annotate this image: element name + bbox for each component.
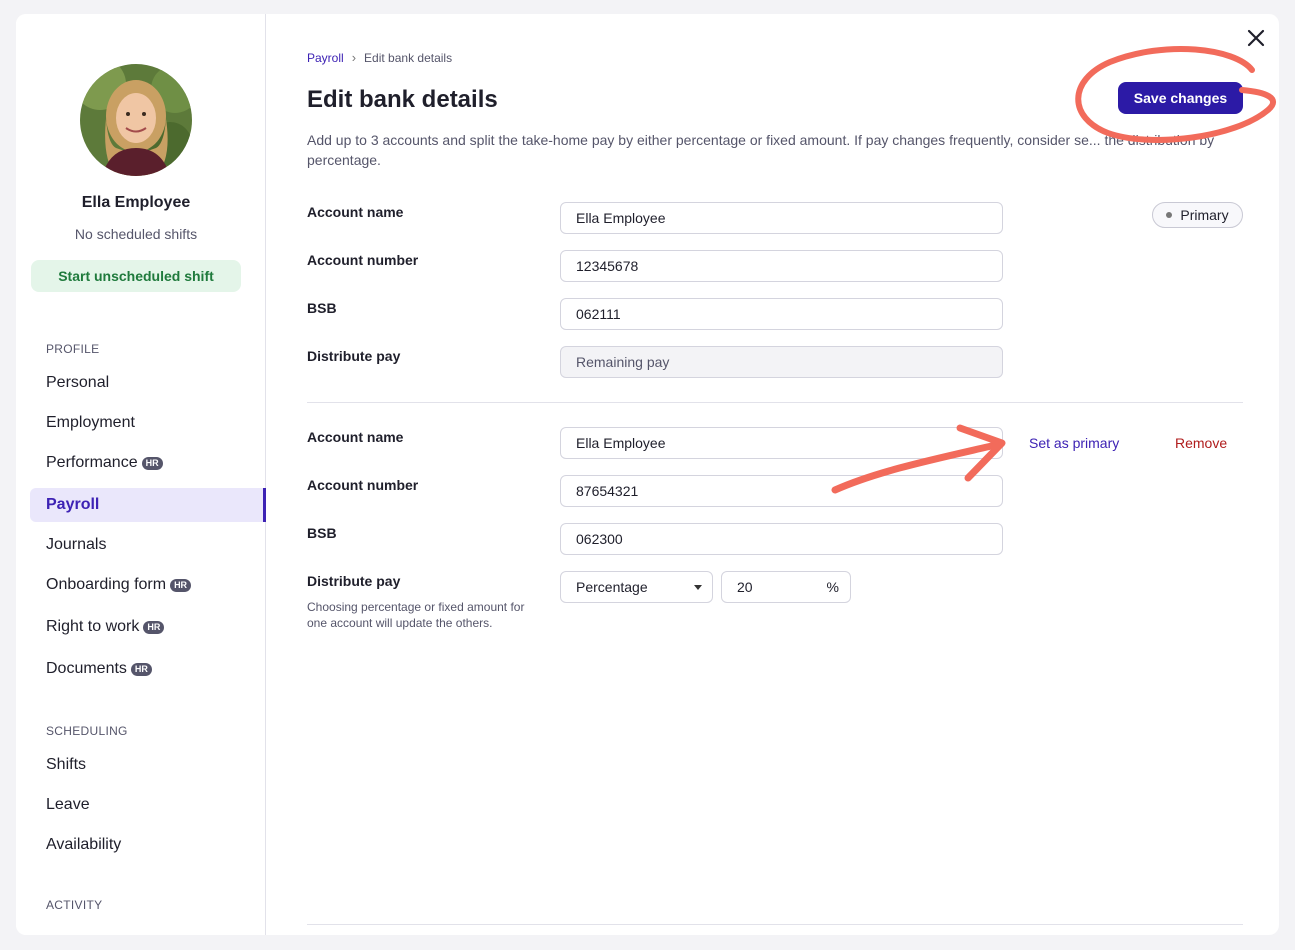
hr-badge: HR — [141, 456, 163, 470]
sidebar-item-leave[interactable]: Leave — [30, 788, 266, 822]
account-2-name-label: Account name — [307, 429, 404, 445]
set-as-primary-link[interactable]: Set as primary — [1029, 435, 1119, 451]
account-2-bsb-input[interactable] — [560, 523, 1003, 555]
distribute-type-select[interactable]: Percentage — [560, 571, 713, 603]
account-1-name-input[interactable] — [560, 202, 1003, 234]
sidebar-item-label: Right to work — [46, 618, 140, 635]
breadcrumb-payroll-link[interactable]: Payroll — [307, 51, 344, 65]
section-label-profile: PROFILE — [46, 342, 100, 356]
sidebar-item-payroll[interactable]: Payroll — [30, 488, 266, 522]
profile-shift-status: No scheduled shifts — [74, 226, 198, 242]
account-1-number-label: Account number — [307, 252, 419, 268]
avatar — [80, 64, 192, 176]
sidebar-item-label: Leave — [46, 796, 90, 813]
page-title: Edit bank details — [307, 86, 498, 113]
close-icon — [1247, 29, 1265, 47]
distribute-type-value: Percentage — [576, 579, 648, 595]
sidebar-item-availability[interactable]: Availability — [30, 828, 266, 862]
hr-badge: HR — [130, 662, 152, 676]
sidebar-item-shifts[interactable]: Shifts — [30, 748, 266, 782]
save-changes-button[interactable]: Save changes — [1118, 82, 1243, 114]
sidebar-item-performance[interactable]: Performance HR — [30, 446, 266, 480]
account-2-name-input[interactable] — [560, 427, 1003, 459]
account-2-number-label: Account number — [307, 477, 419, 493]
modal-window: Ella Employee No scheduled shifts Start … — [16, 14, 1279, 935]
sidebar-item-label: Availability — [46, 836, 122, 853]
sidebar-item-label: Performance — [46, 454, 138, 471]
section-label-scheduling: SCHEDULING — [46, 724, 128, 738]
breadcrumb-current: Edit bank details — [364, 50, 453, 65]
account-1-bsb-input[interactable] — [560, 298, 1003, 330]
sidebar-item-label: Personal — [46, 374, 110, 391]
sidebar: Ella Employee No scheduled shifts Start … — [16, 14, 266, 935]
sidebar-item-label: Payroll — [46, 496, 100, 513]
chevron-right-icon: › — [351, 50, 357, 65]
breadcrumb: Payroll › Edit bank details — [307, 50, 452, 65]
account-1-number-input[interactable] — [560, 250, 1003, 282]
sidebar-item-personal[interactable]: Personal — [30, 366, 266, 400]
status-dot-icon — [1166, 212, 1173, 218]
percent-unit: % — [826, 579, 839, 595]
section-label-activity: ACTIVITY — [46, 898, 103, 912]
account-2-number-input[interactable] — [560, 475, 1003, 507]
primary-badge-label: Primary — [1180, 207, 1229, 223]
account-1-bsb-label: BSB — [307, 300, 337, 316]
bottom-divider — [307, 924, 1243, 925]
sidebar-item-label: Documents — [46, 660, 127, 677]
hr-badge: HR — [143, 620, 165, 634]
distribute-percentage-value: 20 — [737, 579, 753, 595]
account-1-distribute-label: Distribute pay — [307, 348, 401, 364]
account-1-name-label: Account name — [307, 204, 404, 220]
sidebar-item-label: Onboarding form — [46, 576, 167, 593]
sidebar-item-right-to-work[interactable]: Right to work HR — [30, 610, 266, 644]
sidebar-item-label: Employment — [46, 414, 135, 431]
profile-name: Ella Employee — [81, 194, 191, 211]
distribute-percentage-input[interactable]: 20 % — [721, 571, 851, 603]
account-2-bsb-label: BSB — [307, 525, 337, 541]
section-divider — [307, 402, 1243, 403]
sidebar-item-documents[interactable]: Documents HR — [30, 652, 266, 686]
sidebar-item-label: Shifts — [46, 756, 87, 773]
remove-account-link[interactable]: Remove — [1175, 435, 1227, 451]
main-content: Payroll › Edit bank details Edit bank de… — [266, 14, 1279, 935]
sidebar-item-onboarding-form[interactable]: Onboarding form HR — [30, 568, 266, 602]
hr-badge: HR — [170, 578, 192, 592]
distribute-help-text: Choosing percentage or fixed amount for … — [307, 600, 525, 630]
sidebar-item-journals[interactable]: Journals — [30, 528, 266, 562]
account-1-distribute-input — [560, 346, 1003, 378]
start-unscheduled-shift-button[interactable]: Start unscheduled shift — [31, 260, 241, 292]
close-button[interactable] — [1244, 26, 1268, 50]
caret-down-icon — [694, 584, 702, 590]
primary-badge: Primary — [1152, 202, 1243, 228]
account-2-distribute-label: Distribute pay — [307, 573, 401, 589]
sidebar-item-employment[interactable]: Employment — [30, 406, 266, 440]
page-description: Add up to 3 accounts and split the take-… — [307, 132, 1215, 168]
sidebar-item-label: Journals — [46, 536, 107, 553]
